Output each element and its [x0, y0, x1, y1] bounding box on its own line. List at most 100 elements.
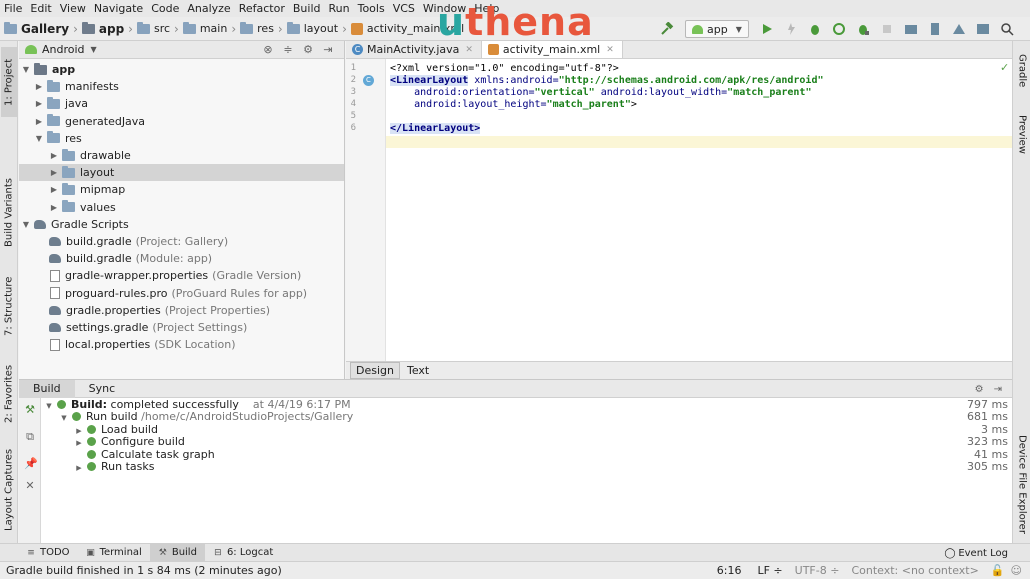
caret-right-icon[interactable]: ▶ [49, 151, 59, 160]
lock-icon[interactable]: 🔓 [991, 564, 1005, 577]
tree-node-values[interactable]: ▶ values [19, 199, 344, 216]
context-indicator[interactable]: Context: <no context> [851, 564, 978, 577]
build-row[interactable]: ▶ Load build 3 ms [41, 423, 1012, 436]
menu-code[interactable]: Code [151, 2, 179, 15]
chevron-down-icon[interactable]: ▼ [91, 45, 97, 54]
tab-build[interactable]: Build [19, 379, 75, 398]
avd-manager-icon[interactable] [928, 22, 942, 36]
menu-edit[interactable]: Edit [30, 2, 51, 15]
tree-node-java[interactable]: ▶ java [19, 95, 344, 112]
tree-node-res[interactable]: ▼ res [19, 130, 344, 147]
status-message[interactable]: Gradle build finished in 1 s 84 ms (2 mi… [6, 564, 717, 577]
menu-navigate[interactable]: Navigate [94, 2, 143, 15]
run-configuration-select[interactable]: app ▼ [685, 20, 749, 38]
gear-icon[interactable]: ⚙ [975, 384, 984, 395]
tree-node-gradle-properties[interactable]: gradle.properties (Project Properties) [19, 302, 344, 319]
menu-build[interactable]: Build [293, 2, 321, 15]
caret-right-icon[interactable]: ▶ [34, 117, 44, 126]
caret-right-icon[interactable]: ▶ [74, 462, 84, 474]
breadcrumb-src[interactable]: src › [136, 21, 179, 36]
build-row[interactable]: ▼ Run build /home/c/AndroidStudioProjects… [41, 410, 1012, 423]
tab-build-variants[interactable]: Build Variants [1, 173, 17, 253]
caret-right-icon[interactable]: ▶ [49, 168, 59, 177]
tree-node-proguard-rules[interactable]: proguard-rules.pro (ProGuard Rules for ap… [19, 284, 344, 301]
stop-icon[interactable] [880, 22, 894, 36]
breadcrumb-main[interactable]: main › [182, 21, 236, 36]
sdk-manager-icon[interactable] [952, 22, 966, 36]
caret-down-icon[interactable]: ▼ [34, 134, 44, 143]
tree-node-mipmap[interactable]: ▶ mipmap [19, 181, 344, 198]
tree-node-local-properties[interactable]: local.properties (SDK Location) [19, 336, 344, 353]
toolwindow-terminal[interactable]: ▣ Terminal [78, 544, 150, 562]
tree-node-layout[interactable]: ▶ layout [19, 164, 344, 182]
tab-favorites[interactable]: 2: Favorites [1, 359, 17, 429]
breadcrumb-gallery[interactable]: Gallery › [4, 21, 78, 36]
tab-design[interactable]: Design [350, 362, 400, 379]
tree-node-gradle-scripts[interactable]: ▼ Gradle Scripts [19, 216, 344, 233]
caret-right-icon[interactable]: ▶ [34, 99, 44, 108]
menu-analyze[interactable]: Analyze [187, 2, 230, 15]
debug-icon[interactable] [808, 22, 822, 36]
tab-mainactivity-java[interactable]: C MainActivity.java ✕ [346, 41, 482, 58]
toggle-view-icon[interactable]: ⧉ [24, 431, 36, 443]
tab-gradle[interactable]: Gradle [1014, 47, 1030, 95]
pin-icon[interactable]: 📌 [24, 458, 38, 470]
sync-gradle-icon[interactable] [904, 22, 918, 36]
attach-debugger-icon[interactable] [856, 22, 870, 36]
caret-position[interactable]: 6:16 [717, 564, 742, 577]
tree-node-settings-gradle[interactable]: settings.gradle (Project Settings) [19, 319, 344, 336]
breadcrumb-layout[interactable]: layout › [286, 21, 347, 36]
toolwindow-event-log[interactable]: ◯ Event Log [944, 544, 1008, 562]
hammer-icon[interactable]: ⚒ [24, 404, 36, 416]
tree-node-generatedjava[interactable]: ▶ generatedJava [19, 113, 344, 130]
tab-activity-main-xml[interactable]: activity_main.xml ✕ [481, 41, 623, 58]
close-icon[interactable]: ✕ [606, 45, 614, 55]
tab-text[interactable]: Text [402, 363, 434, 378]
tree-node-build-gradle-module[interactable]: build.gradle (Module: app) [19, 250, 344, 267]
caret-down-icon[interactable]: ▼ [21, 65, 31, 74]
menu-run[interactable]: Run [329, 2, 350, 15]
toolwindow-build[interactable]: ⚒ Build [149, 543, 205, 562]
toolwindow-todo[interactable]: ≡ TODO [18, 544, 78, 562]
tab-project[interactable]: 1: Project [1, 47, 17, 117]
hide-icon[interactable]: ⇥ [322, 44, 334, 56]
file-encoding[interactable]: UTF-8 ÷ [795, 564, 840, 577]
scroll-from-source-icon[interactable]: ⊗ [262, 44, 274, 56]
build-row[interactable]: ▶ Run tasks 305 ms [41, 460, 1012, 474]
layout-class-icon[interactable]: C [363, 75, 374, 86]
menu-vcs[interactable]: VCS [393, 2, 415, 15]
caret-right-icon[interactable]: ▶ [49, 203, 59, 212]
tab-layout-captures[interactable]: Layout Captures [1, 443, 17, 537]
tab-preview[interactable]: Preview [1014, 107, 1030, 161]
build-row[interactable]: Calculate task graph 41 ms [41, 448, 1012, 461]
menu-refactor[interactable]: Refactor [239, 2, 285, 15]
tab-sync[interactable]: Sync [75, 380, 130, 398]
search-icon[interactable] [1000, 22, 1014, 36]
hide-icon[interactable]: ⇥ [994, 384, 1002, 395]
breadcrumb-app[interactable]: app › [81, 21, 133, 36]
close-icon[interactable]: ✕ [465, 45, 473, 55]
collapse-all-icon[interactable]: ≑ [282, 44, 294, 56]
toolwindow-logcat[interactable]: ⊟ 6: Logcat [205, 544, 281, 562]
menu-tools[interactable]: Tools [358, 2, 385, 15]
caret-down-icon[interactable]: ▼ [21, 220, 31, 229]
hammer-icon[interactable] [660, 22, 674, 36]
project-view-select[interactable]: Android [42, 43, 85, 56]
menu-view[interactable]: View [60, 2, 86, 15]
menu-file[interactable]: File [4, 2, 22, 15]
tree-node-manifests[interactable]: ▶ manifests [19, 78, 344, 95]
caret-right-icon[interactable]: ▶ [49, 185, 59, 194]
tree-node-app[interactable]: ▼ app [19, 61, 344, 78]
apply-changes-icon[interactable] [784, 22, 798, 36]
profile-icon[interactable] [832, 22, 846, 36]
breadcrumb-res[interactable]: res › [240, 21, 283, 36]
tree-node-gradle-wrapper[interactable]: gradle-wrapper.properties (Gradle Version… [19, 267, 344, 284]
run-icon[interactable] [760, 22, 774, 36]
tree-node-build-gradle-project[interactable]: build.gradle (Project: Gallery) [19, 233, 344, 250]
tab-device-file-explorer[interactable]: Device File Explorer [1014, 431, 1030, 537]
close-icon[interactable]: ✕ [24, 480, 36, 492]
code-area[interactable]: 1 2 3 4 5 6 C <?xml version="1.0" encodi… [346, 59, 1012, 361]
gear-icon[interactable]: ⚙ [302, 44, 314, 56]
caret-right-icon[interactable]: ▶ [34, 82, 44, 91]
project-structure-icon[interactable] [976, 22, 990, 36]
